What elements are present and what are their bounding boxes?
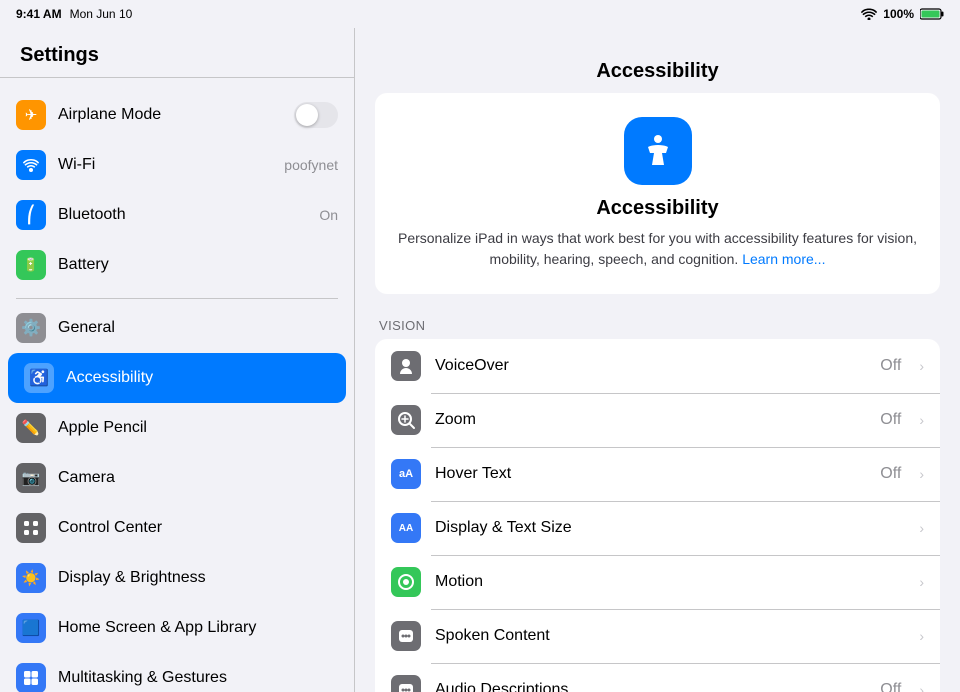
sidebar-item-bluetooth[interactable]: ⎛ Bluetooth On [0,190,354,240]
status-bar: 9:41 AM Mon Jun 10 100% [0,0,960,28]
zoom-value: Off [880,411,901,429]
motion-label: Motion [435,573,901,591]
sidebar-item-wifi[interactable]: Wi-Fi poofynet [0,140,354,190]
sidebar-item-value-wifi: poofynet [284,157,338,173]
bluetooth-icon: ⎛ [16,200,46,230]
sidebar-item-label-general: General [58,319,338,337]
camera-icon: 📷 [16,463,46,493]
sidebar-title: Settings [20,44,99,66]
sidebar-item-general[interactable]: ⚙️ General [0,303,354,353]
row-motion[interactable]: Motion › [375,555,940,609]
sidebar-item-applepencil[interactable]: ✏️ Apple Pencil [0,403,354,453]
voiceover-value: Off [880,357,901,375]
hero-card: Accessibility Personalize iPad in ways t… [375,93,940,294]
sidebar-divider [16,298,338,299]
sidebar-item-label-accessibility: Accessibility [66,369,330,387]
sidebar-item-accessibility[interactable]: ♿ Accessibility [8,353,346,403]
motion-icon [391,567,421,597]
airplane-toggle-knob [296,104,318,126]
voiceover-chevron: › [919,358,924,374]
hovertext-value: Off [880,465,901,483]
hovertext-label: Hover Text [435,465,866,483]
vision-label: VISION [375,318,940,333]
battery-status: 100% [883,7,914,21]
hovertext-icon: aA [391,459,421,489]
homescreen-icon: 🟦 [16,613,46,643]
sidebar-item-multitasking[interactable]: Multitasking & Gestures [0,653,354,692]
detail-pane: Accessibility Accessibility Personalize … [355,28,960,692]
spokencontent-label: Spoken Content [435,627,901,645]
general-icon: ⚙️ [16,313,46,343]
sidebar-item-camera[interactable]: 📷 Camera [0,453,354,503]
row-displaytextsize[interactable]: AA Display & Text Size › [375,501,940,555]
detail-title: Accessibility [375,48,940,93]
battery-setting-icon: 🔋 [16,250,46,280]
sidebar-item-label-homescreen: Home Screen & App Library [58,619,338,637]
audiodesc-icon [391,675,421,692]
airplane-toggle[interactable] [294,102,338,128]
row-spokencontent[interactable]: Spoken Content › [375,609,940,663]
zoom-label: Zoom [435,411,866,429]
wifi-icon [16,150,46,180]
sidebar-item-label-displaybrightness: Display & Brightness [58,569,338,587]
sidebar-item-displaybrightness[interactable]: ☀️ Display & Brightness [0,553,354,603]
status-date: Mon Jun 10 [70,7,133,21]
displaytextsize-label: Display & Text Size [435,519,901,537]
row-hovertext[interactable]: aA Hover Text Off › [375,447,940,501]
sidebar-item-battery[interactable]: 🔋 Battery [0,240,354,290]
voiceover-label: VoiceOver [435,357,866,375]
sidebar-item-value-bluetooth: On [319,207,338,223]
main-content: Settings ✈ Airplane Mode [0,28,960,692]
sidebar-group-settings: ⚙️ General ♿ Accessibility ✏️ Apple Penc… [0,303,354,692]
sidebar-item-controlcenter[interactable]: Control Center [0,503,354,553]
accessibility-icon: ♿ [24,363,54,393]
zoom-chevron: › [919,412,924,428]
sidebar-scroll[interactable]: ✈ Airplane Mode [0,78,354,692]
sidebar: Settings ✈ Airplane Mode [0,28,355,692]
multitasking-icon [16,663,46,692]
audiodesc-value: Off [880,681,901,692]
hero-description: Personalize iPad in ways that work best … [395,228,920,270]
spokencontent-chevron: › [919,628,924,644]
battery-icon [920,8,944,20]
hero-title: Accessibility [395,197,920,220]
row-voiceover[interactable]: VoiceOver Off › [375,339,940,393]
sidebar-group-connectivity: ✈ Airplane Mode [0,90,354,290]
row-zoom[interactable]: Zoom Off › [375,393,940,447]
sidebar-item-label-camera: Camera [58,469,338,487]
sidebar-item-label-bluetooth: Bluetooth [58,206,307,224]
hero-description-text: Personalize iPad in ways that work best … [398,230,917,267]
audiodesc-label: Audio Descriptions [435,681,866,692]
controlcenter-icon [16,513,46,543]
wifi-status-icon [861,8,877,20]
sidebar-header: Settings [0,28,354,78]
hero-accessibility-icon [624,117,692,185]
ipad-frame: 9:41 AM Mon Jun 10 100% Settings [0,0,960,692]
audiodesc-chevron: › [919,682,924,692]
sidebar-item-label-battery: Battery [58,256,338,274]
sidebar-item-label-controlcenter: Control Center [58,519,338,537]
row-audiodesc[interactable]: Audio Descriptions Off › [375,663,940,692]
voiceover-icon [391,351,421,381]
sidebar-item-label-multitasking: Multitasking & Gestures [58,669,338,687]
spokencontent-icon [391,621,421,651]
displaytextsize-chevron: › [919,520,924,536]
motion-chevron: › [919,574,924,590]
status-time: 9:41 AM [16,7,62,21]
sidebar-item-label-applepencil: Apple Pencil [58,419,338,437]
applepencil-icon: ✏️ [16,413,46,443]
zoom-icon [391,405,421,435]
hovertext-chevron: › [919,466,924,482]
sidebar-item-label-airplane: Airplane Mode [58,106,282,124]
vision-section: VISION VoiceOver Off › [375,318,940,692]
sidebar-item-airplane[interactable]: ✈ Airplane Mode [0,90,354,140]
airplane-icon: ✈ [16,100,46,130]
status-right: 100% [861,7,944,21]
learn-more-link[interactable]: Learn more... [742,251,825,267]
displaybrightness-icon: ☀️ [16,563,46,593]
vision-group: VoiceOver Off › Zoom [375,339,940,692]
sidebar-item-label-wifi: Wi-Fi [58,156,272,174]
displaytextsize-icon: AA [391,513,421,543]
sidebar-item-homescreen[interactable]: 🟦 Home Screen & App Library [0,603,354,653]
